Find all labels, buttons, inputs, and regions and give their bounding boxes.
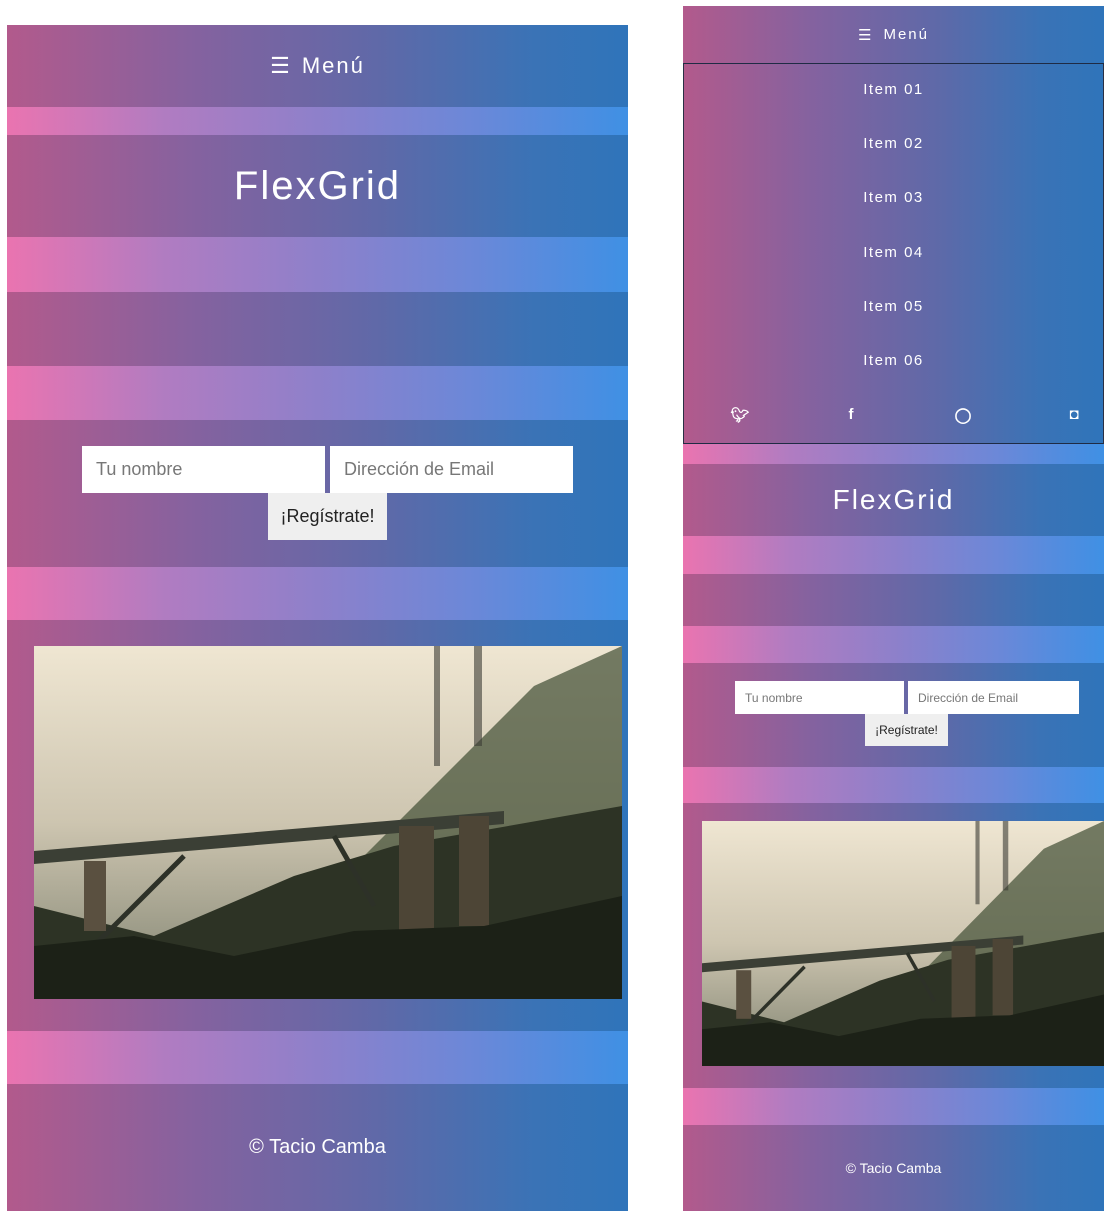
- name-input[interactable]: Tu nombre: [735, 681, 904, 714]
- signup-section: Tu nombre Dirección de Email ¡Regístrate…: [683, 663, 1104, 767]
- name-input[interactable]: Tu nombre: [82, 446, 325, 493]
- decor-band: [683, 536, 1104, 574]
- footer: © Tacio Camba: [683, 1125, 1104, 1211]
- landscape-photo: [34, 646, 622, 999]
- decor-band: [7, 107, 628, 135]
- copyright-text: © Tacio Camba: [249, 1136, 386, 1158]
- nav-menu: Item 01 Item 02 Item 03 Item 04 Item 05 …: [683, 64, 1104, 444]
- hamburger-icon: ☰: [270, 53, 292, 78]
- nav-item-04[interactable]: Item 04: [684, 244, 1103, 261]
- email-input[interactable]: Dirección de Email: [908, 681, 1079, 714]
- signup-button[interactable]: ¡Regístrate!: [268, 493, 387, 540]
- nav-item-03[interactable]: Item 03: [684, 189, 1103, 206]
- nav-item-06[interactable]: Item 06: [684, 352, 1103, 369]
- copyright-text: © Tacio Camba: [845, 1160, 942, 1176]
- decor-band: [7, 292, 628, 366]
- github-icon[interactable]: ◯: [951, 406, 975, 424]
- menu-toggle[interactable]: ☰ Menú: [683, 6, 1104, 64]
- footer: © Tacio Camba: [7, 1084, 628, 1211]
- menu-label: Menú: [883, 26, 929, 43]
- decor-band: [7, 366, 628, 420]
- signup-button[interactable]: ¡Regístrate!: [865, 714, 948, 746]
- instagram-icon[interactable]: ◘: [1062, 406, 1086, 423]
- nav-item-05[interactable]: Item 05: [684, 298, 1103, 315]
- facebook-icon[interactable]: f: [839, 406, 863, 423]
- mobile-view-collapsed: ☰ Menú FlexGrid Tu nombre Dirección de E…: [7, 25, 628, 1211]
- twitter-icon[interactable]: 🐦︎: [728, 406, 752, 424]
- page-title: FlexGrid: [832, 484, 955, 515]
- nav-item-01[interactable]: Item 01: [684, 81, 1103, 98]
- decor-band: [7, 237, 628, 292]
- decor-band: [683, 626, 1104, 663]
- email-input[interactable]: Dirección de Email: [330, 446, 573, 493]
- decor-band: [7, 1031, 628, 1084]
- signup-section: Tu nombre Dirección de Email ¡Regístrate…: [7, 420, 628, 567]
- decor-band: [7, 567, 628, 620]
- hamburger-icon: ☰: [858, 26, 874, 44]
- page-title: FlexGrid: [233, 163, 402, 208]
- header-band: FlexGrid: [7, 135, 628, 237]
- decor-band: [683, 767, 1104, 803]
- decor-band: [683, 1088, 1104, 1125]
- mobile-view-expanded: ☰ Menú Item 01 Item 02 Item 03 Item 04 I…: [683, 6, 1104, 1211]
- header-band: FlexGrid: [683, 464, 1104, 536]
- image-section: [7, 620, 628, 1031]
- nav-item-02[interactable]: Item 02: [684, 135, 1103, 152]
- image-section: [683, 803, 1104, 1088]
- decor-band: [683, 444, 1104, 464]
- landscape-photo: [702, 821, 1104, 1066]
- menu-label: Menú: [301, 53, 365, 78]
- decor-band: [683, 574, 1104, 626]
- menu-toggle[interactable]: ☰ Menú: [7, 25, 628, 107]
